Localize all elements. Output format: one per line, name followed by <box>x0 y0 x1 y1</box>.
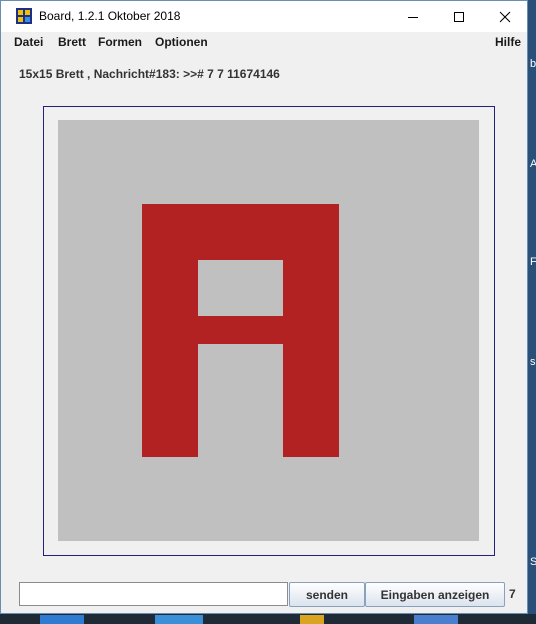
letter-a-upper-hole <box>198 260 283 316</box>
desktop-text-fragment: Si <box>530 556 536 568</box>
game-board[interactable] <box>58 120 479 541</box>
close-icon <box>499 11 511 22</box>
desktop-text-fragment: sl <box>530 356 536 368</box>
desktop-text-fragment: A <box>530 158 536 170</box>
board-status-message: 15x15 Brett , Nachricht#183: >># 7 7 116… <box>19 67 280 81</box>
menu-formen[interactable]: Formen <box>98 35 142 49</box>
menu-hilfe[interactable]: Hilfe <box>495 35 521 49</box>
maximize-icon <box>454 11 464 22</box>
command-input[interactable] <box>19 582 288 606</box>
taskbar-app-icon[interactable] <box>414 615 458 624</box>
desktop-text-fragment: b <box>530 58 536 70</box>
menu-brett[interactable]: Brett <box>58 35 86 49</box>
taskbar-app-icon[interactable] <box>40 615 84 624</box>
app-window: Board, 1.2.1 Oktober 2018 Datei Brett Fo… <box>0 0 528 614</box>
menu-datei[interactable]: Datei <box>14 35 43 49</box>
menu-optionen[interactable]: Optionen <box>155 35 208 49</box>
show-inputs-button[interactable]: Eingaben anzeigen <box>365 582 505 607</box>
taskbar-app-icon[interactable] <box>300 615 324 624</box>
window-title: Board, 1.2.1 Oktober 2018 <box>39 9 181 23</box>
board-app-icon <box>16 8 32 24</box>
maximize-button[interactable] <box>436 1 482 32</box>
board-canvas[interactable] <box>58 120 479 541</box>
close-button[interactable] <box>482 1 528 32</box>
send-button[interactable]: senden <box>289 582 365 607</box>
minimize-button[interactable] <box>390 1 436 32</box>
input-count: 7 <box>509 587 516 601</box>
minimize-icon <box>408 16 418 18</box>
letter-a-lower-gap <box>198 344 283 457</box>
menu-bar: Datei Brett Formen Optionen Hilfe <box>1 32 527 53</box>
title-bar[interactable]: Board, 1.2.1 Oktober 2018 <box>1 1 527 32</box>
taskbar-app-icon[interactable] <box>155 615 203 624</box>
desktop-background <box>528 0 536 624</box>
desktop-text-fragment: Fo <box>530 256 536 268</box>
